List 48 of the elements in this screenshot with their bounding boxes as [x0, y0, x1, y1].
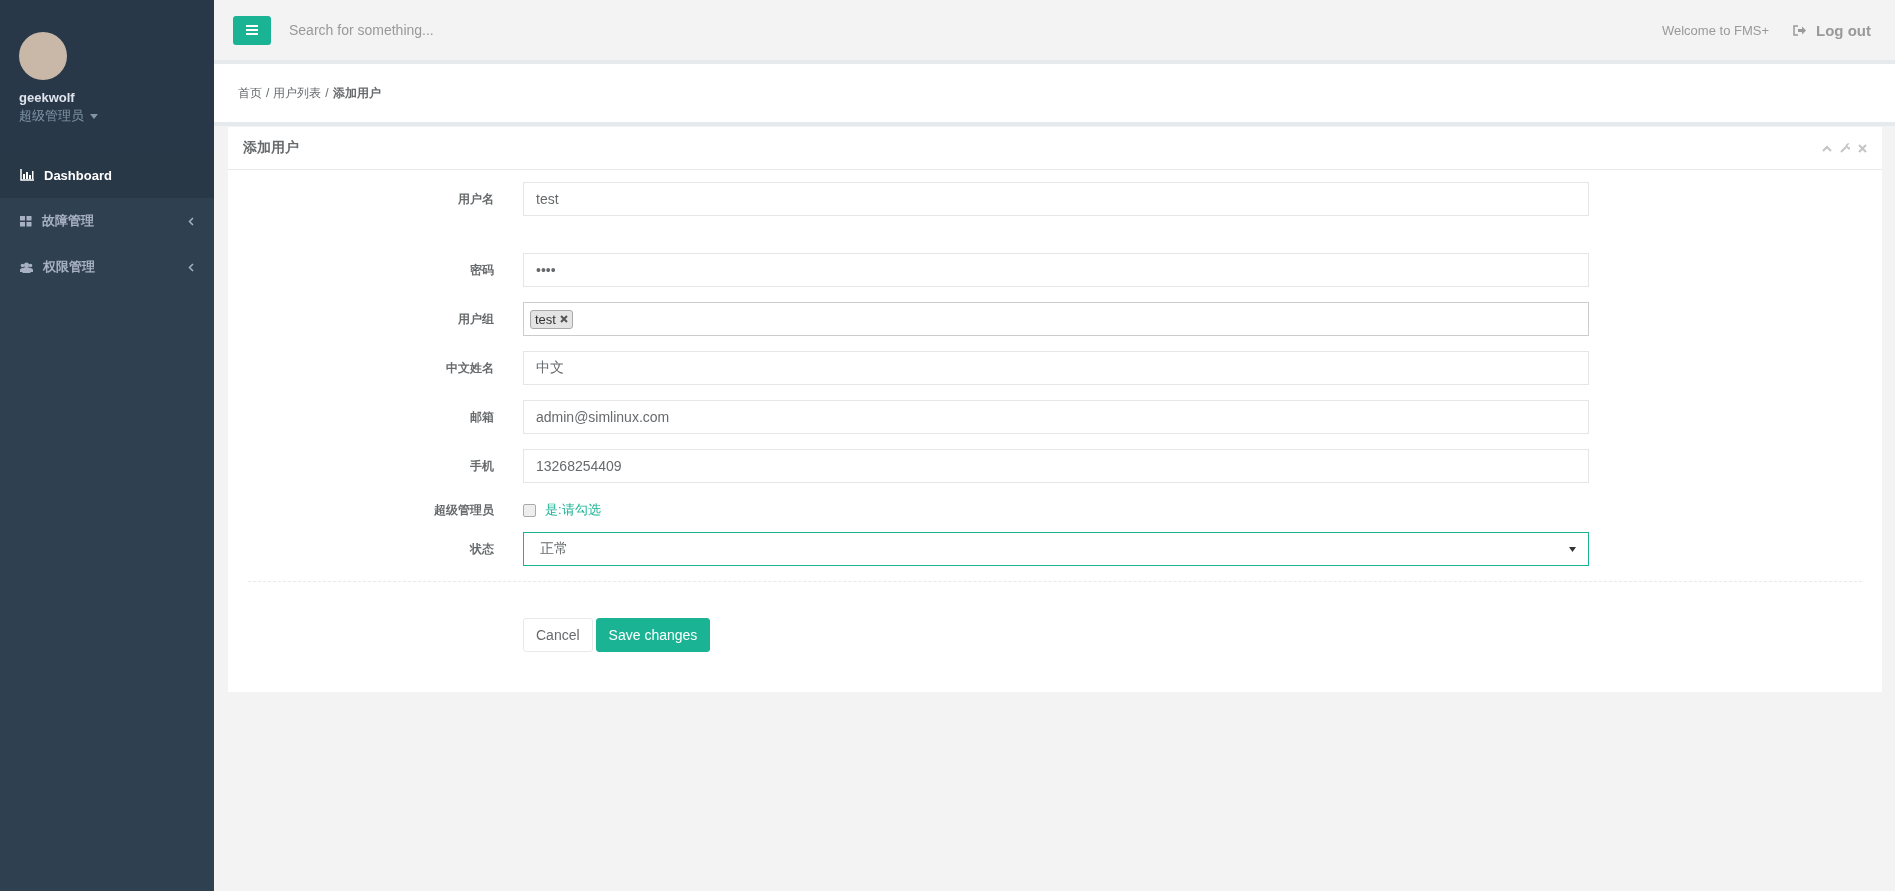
sign-out-icon — [1793, 24, 1806, 36]
cancel-button[interactable]: Cancel — [523, 618, 593, 652]
field-label: 手机 — [469, 457, 495, 475]
field-label: 邮箱 — [469, 408, 495, 426]
close-button[interactable] — [1858, 143, 1867, 153]
field-label: 中文姓名 — [445, 359, 495, 377]
input-field[interactable]: •••• — [523, 253, 1589, 287]
field-label: 用户名 — [457, 190, 495, 208]
breadcrumb-separator: / — [266, 86, 270, 100]
search-field[interactable]: Search for something... — [287, 21, 691, 39]
grid-icon — [20, 215, 32, 227]
role-dropdown[interactable]: 超级管理员 — [19, 107, 98, 125]
tag-chip: test — [530, 309, 573, 329]
remove-tag-button[interactable] — [559, 315, 568, 323]
input-field[interactable]: 13268254409 — [523, 449, 1589, 483]
tag-input-field[interactable]: test — [523, 302, 1589, 336]
wrench-icon — [1840, 143, 1850, 153]
user-name: geekwolf — [19, 90, 75, 105]
close-icon — [559, 315, 568, 323]
field-label: 状态 — [468, 540, 495, 558]
breadcrumb-link[interactable]: 首页 — [238, 84, 262, 102]
breadcrumb-current: 添加用户 — [332, 84, 381, 102]
field-label: 超级管理员 — [433, 501, 495, 519]
caret-icon — [1569, 546, 1576, 552]
avatar — [19, 32, 67, 80]
users-icon — [20, 261, 33, 273]
input-field[interactable]: 中文 — [523, 351, 1589, 385]
collapse-button[interactable] — [1822, 143, 1832, 153]
field-label: 用户组 — [457, 310, 495, 328]
menu-button[interactable] — [233, 15, 271, 45]
bar-chart-icon — [20, 169, 34, 181]
select-field[interactable]: 正常 — [523, 532, 1589, 566]
input-field[interactable]: admin@simlinux.com — [523, 400, 1589, 434]
breadcrumb-separator: / — [325, 86, 329, 100]
breadcrumb-link[interactable]: 用户列表 — [273, 84, 322, 102]
input-field[interactable]: test — [523, 182, 1589, 216]
caret-icon — [90, 113, 98, 119]
close-icon — [1858, 143, 1867, 153]
settings-button[interactable] — [1840, 143, 1850, 153]
welcome-text: Welcome to FMS+ — [1661, 22, 1769, 38]
card-title: 添加用户 — [243, 139, 299, 157]
nav-item[interactable]: 故障管理 — [0, 198, 214, 244]
field-label: 密码 — [469, 261, 495, 279]
nav-item[interactable]: Dashboard — [0, 152, 214, 198]
menu-icon — [246, 25, 258, 35]
chevron-up-icon — [1822, 144, 1832, 152]
nav-item[interactable]: 权限管理 — [0, 244, 214, 290]
checkbox[interactable] — [523, 503, 536, 517]
